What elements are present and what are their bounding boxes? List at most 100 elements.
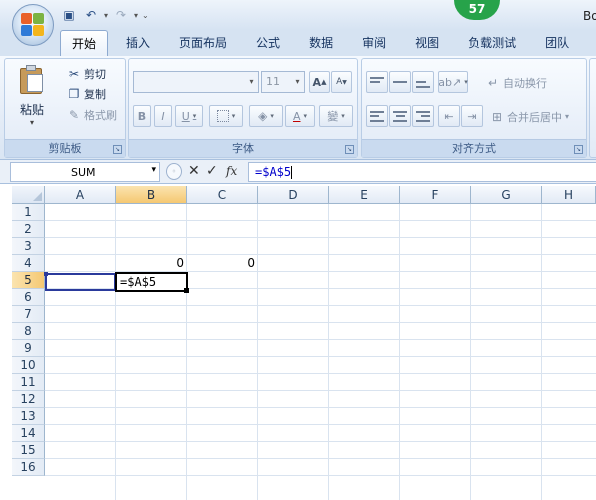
worksheet-grid[interactable]: A B C D E F G H 1 2 3 4 5 6 7 8 9 10 11 …: [0, 184, 596, 500]
font-color-label: A: [292, 109, 301, 123]
grow-font-label: A: [312, 75, 322, 89]
column-header-a[interactable]: A: [45, 186, 116, 204]
align-left-button[interactable]: [366, 105, 388, 127]
tab-data[interactable]: 数据: [298, 30, 344, 56]
tab-review[interactable]: 审阅: [351, 30, 397, 56]
bottom-align-icon: [416, 77, 430, 88]
redo-icon[interactable]: ↷: [112, 6, 130, 24]
bold-button[interactable]: B: [133, 105, 151, 127]
gridline: [45, 390, 596, 391]
italic-button[interactable]: I: [154, 105, 172, 127]
tab-home[interactable]: 开始: [60, 30, 109, 56]
column-header-h[interactable]: H: [542, 186, 596, 204]
formula-bar-expand-icon[interactable]: ◦: [166, 163, 182, 180]
orientation-button[interactable]: ab↗ ▾: [438, 71, 468, 93]
phonetic-button[interactable]: 變 ▾: [319, 105, 353, 127]
row-header-8[interactable]: 8: [12, 323, 45, 340]
tab-team[interactable]: 团队: [534, 30, 580, 56]
gridline: [45, 441, 596, 442]
column-header-e[interactable]: E: [329, 186, 400, 204]
row-header-9[interactable]: 9: [12, 340, 45, 357]
align-right-button[interactable]: [412, 105, 434, 127]
borders-button[interactable]: ▾: [209, 105, 243, 127]
row-header-15[interactable]: 15: [12, 442, 45, 459]
tab-page-layout[interactable]: 页面布局: [168, 30, 238, 56]
paste-icon: [19, 65, 45, 95]
select-all-button[interactable]: [12, 186, 45, 204]
formula-input[interactable]: =$A$5: [248, 162, 596, 182]
bottom-align-button[interactable]: [412, 71, 434, 93]
tab-view[interactable]: 视图: [404, 30, 450, 56]
row-header-14[interactable]: 14: [12, 425, 45, 442]
undo-dropdown-icon[interactable]: ▾: [104, 11, 108, 20]
font-name-combo[interactable]: ▾: [133, 71, 259, 93]
column-header-d[interactable]: D: [258, 186, 329, 204]
top-align-button[interactable]: [366, 71, 388, 93]
row-header-10[interactable]: 10: [12, 357, 45, 374]
clipboard-launcher-icon[interactable]: ↘: [113, 145, 122, 154]
office-button[interactable]: [12, 4, 54, 46]
cancel-icon[interactable]: ✕: [188, 163, 200, 180]
name-box[interactable]: SUM ▾: [10, 162, 160, 182]
row-header-16[interactable]: 16: [12, 459, 45, 476]
font-name-dropdown-icon[interactable]: ▾: [245, 72, 258, 92]
cell-a5-reference-highlight[interactable]: [45, 273, 116, 291]
column-header-g[interactable]: G: [471, 186, 542, 204]
tab-insert[interactable]: 插入: [115, 30, 161, 56]
column-header-c[interactable]: C: [187, 186, 258, 204]
font-size-combo[interactable]: 11 ▾: [261, 71, 305, 93]
row-header-13[interactable]: 13: [12, 408, 45, 425]
row-header-3[interactable]: 3: [12, 238, 45, 255]
merge-center-label: 合并后居中: [507, 110, 562, 124]
redo-dropdown-icon[interactable]: ▾: [134, 11, 138, 20]
paste-button[interactable]: 粘贴 ▾: [11, 65, 53, 135]
borders-dropdown-icon: ▾: [231, 112, 236, 120]
customize-qat-icon[interactable]: ⌄: [142, 11, 149, 20]
gridline: [45, 322, 596, 323]
wrap-text-button[interactable]: ↵ 自动换行: [486, 73, 547, 92]
tab-formulas[interactable]: 公式: [245, 30, 291, 56]
copy-button[interactable]: ❐ 复制: [67, 84, 106, 103]
column-header-f[interactable]: F: [400, 186, 471, 204]
paste-dropdown-icon[interactable]: ▾: [11, 118, 53, 127]
merge-center-button[interactable]: ⊞ 合并后居中 ▾: [490, 107, 569, 126]
row-header-6[interactable]: 6: [12, 289, 45, 306]
font-color-button[interactable]: A ▾: [285, 105, 315, 127]
enter-icon[interactable]: ✓: [206, 163, 218, 180]
row-header-7[interactable]: 7: [12, 306, 45, 323]
font-size-dropdown-icon[interactable]: ▾: [291, 72, 304, 92]
name-box-dropdown-icon[interactable]: ▾: [151, 165, 156, 175]
borders-icon: [216, 110, 229, 122]
reference-handle[interactable]: [44, 272, 48, 276]
copy-label: 复制: [84, 87, 106, 101]
cell-c4[interactable]: 0: [187, 255, 255, 272]
fill-color-button[interactable]: ◈ ▾: [249, 105, 283, 127]
row-header-12[interactable]: 12: [12, 391, 45, 408]
middle-align-button[interactable]: [389, 71, 411, 93]
cell-b5-editor[interactable]: =$A$5: [115, 272, 188, 292]
format-painter-button[interactable]: ✎ 格式刷: [67, 105, 117, 124]
font-launcher-icon[interactable]: ↘: [345, 145, 354, 154]
row-header-2[interactable]: 2: [12, 221, 45, 238]
fill-handle[interactable]: [184, 288, 189, 293]
cell-b4[interactable]: 0: [116, 255, 184, 272]
underline-button[interactable]: U ▾: [175, 105, 203, 127]
grow-font-button[interactable]: A ▲: [309, 71, 330, 93]
insert-function-button[interactable]: fx: [226, 163, 237, 180]
column-header-b[interactable]: B: [116, 186, 187, 204]
ribbon-tabs: 开始 插入 页面布局 公式 数据 审阅 视图 负载测试 团队: [0, 30, 596, 56]
row-header-1[interactable]: 1: [12, 204, 45, 221]
undo-icon[interactable]: ↶: [82, 6, 100, 24]
alignment-launcher-icon[interactable]: ↘: [574, 145, 583, 154]
save-icon[interactable]: ▣: [60, 6, 78, 24]
align-center-button[interactable]: [389, 105, 411, 127]
row-header-4[interactable]: 4: [12, 255, 45, 272]
row-header-5[interactable]: 5: [12, 272, 45, 289]
increase-indent-button[interactable]: ⇥: [461, 105, 483, 127]
shrink-font-button[interactable]: A ▼: [331, 71, 352, 93]
font-group: ▾ 11 ▾ A ▲ A ▼ B I U ▾ ▾ ◈ ▾ A ▾ 變 ▾ 字体 …: [128, 58, 358, 158]
row-header-11[interactable]: 11: [12, 374, 45, 391]
tab-load-test[interactable]: 负载测试: [457, 30, 527, 56]
cut-button[interactable]: ✂ 剪切: [67, 64, 106, 83]
decrease-indent-button[interactable]: ⇤: [438, 105, 460, 127]
